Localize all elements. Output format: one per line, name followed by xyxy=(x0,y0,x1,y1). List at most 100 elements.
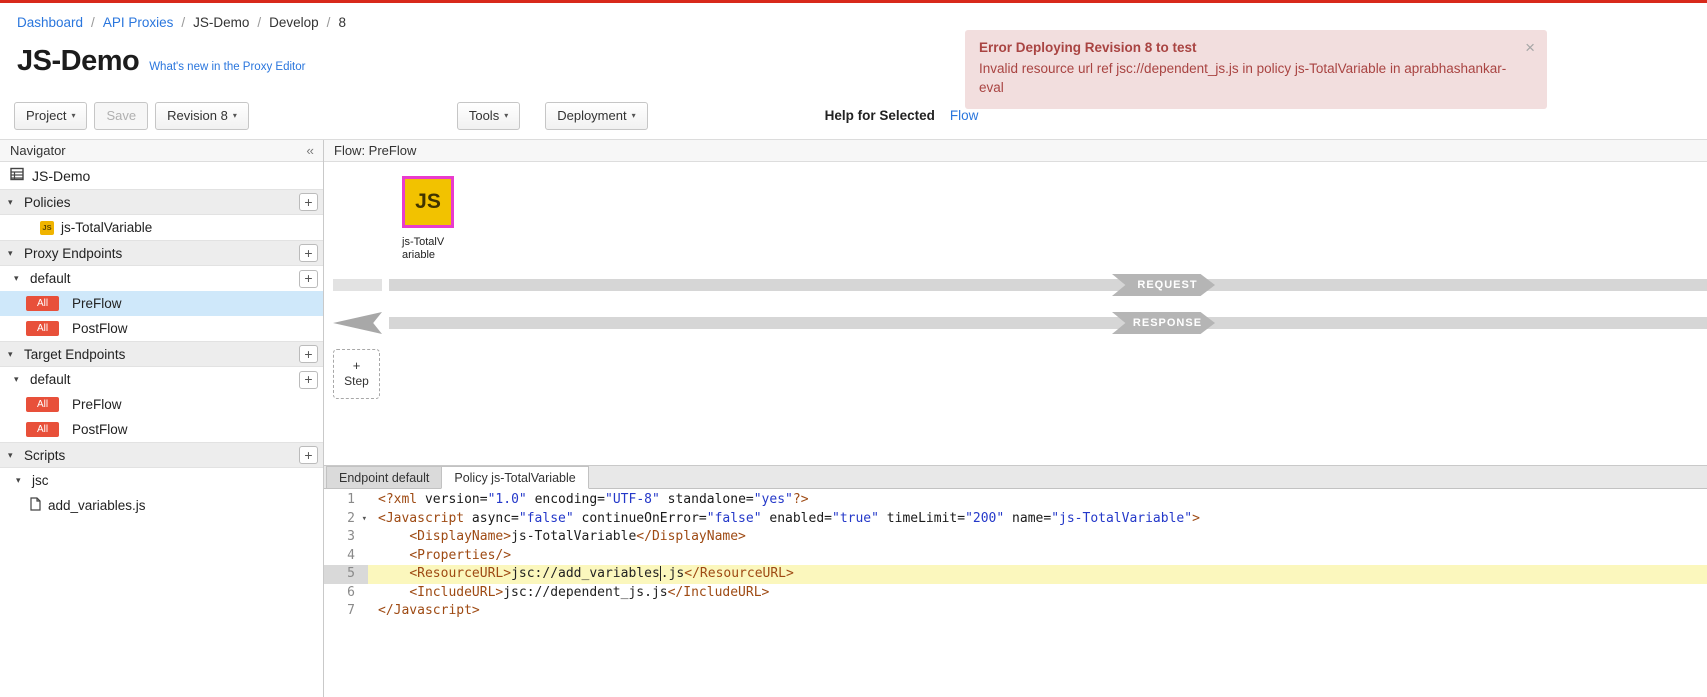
tab-endpoint-default[interactable]: Endpoint default xyxy=(326,466,442,488)
nav-item-js-totalvariable[interactable]: JS js-TotalVariable xyxy=(0,215,323,240)
all-flows-badge: All xyxy=(26,422,59,437)
line-number: 1 xyxy=(324,491,368,510)
nav-item-label: JS-Demo xyxy=(32,168,90,184)
nav-item-target-preflow[interactable]: All PreFlow xyxy=(0,392,323,417)
nav-section-label: Scripts xyxy=(24,448,65,463)
deployment-button[interactable]: Deployment ▾ xyxy=(545,102,647,130)
main-area: Navigator ‹‹ JS-Demo ▾ Policies + JS js-… xyxy=(0,139,1707,697)
tab-policy-js-totalvariable[interactable]: Policy js-TotalVariable xyxy=(441,466,588,489)
code-line[interactable]: 2▾<Javascript async="false" continueOnEr… xyxy=(324,510,1707,529)
nav-item-target-default[interactable]: ▾ default + xyxy=(0,367,323,392)
nav-item-label: default xyxy=(30,372,71,387)
nav-item-label: PreFlow xyxy=(72,296,122,311)
navigator-header: Navigator ‹‹ xyxy=(0,140,323,162)
breadcrumb-dashboard[interactable]: Dashboard xyxy=(17,15,83,30)
chevron-down-icon: ▾ xyxy=(8,450,18,461)
nav-section-label: Target Endpoints xyxy=(24,347,125,362)
add-script-button[interactable]: + xyxy=(299,446,318,464)
code-editor[interactable]: 1<?xml version="1.0" encoding="UTF-8" st… xyxy=(324,489,1707,697)
breadcrumb-separator: / xyxy=(181,15,185,30)
code-line[interactable]: 6 <IncludeURL>jsc://dependent_js.js</Inc… xyxy=(324,584,1707,603)
response-lane: RESPONSE xyxy=(324,317,1707,329)
request-lane: REQUEST xyxy=(324,279,1707,291)
add-proxy-endpoint-button[interactable]: + xyxy=(299,244,318,262)
line-number: 7 xyxy=(324,602,368,621)
nav-item-label: js-TotalVariable xyxy=(61,220,152,235)
tools-button[interactable]: Tools ▾ xyxy=(457,102,520,130)
all-flows-badge: All xyxy=(26,296,59,311)
nav-section-label: Proxy Endpoints xyxy=(24,246,122,261)
nav-item-label: PostFlow xyxy=(72,422,128,437)
revision-button[interactable]: Revision 8 ▾ xyxy=(155,102,249,130)
chevron-down-icon: ▾ xyxy=(8,349,18,360)
chevron-down-icon: ▾ xyxy=(632,111,636,120)
line-number: 2▾ xyxy=(324,510,368,529)
whats-new-link[interactable]: What's new in the Proxy Editor xyxy=(149,61,305,73)
chevron-down-icon: ▾ xyxy=(14,273,24,284)
nav-section-scripts[interactable]: ▾ Scripts + xyxy=(0,442,323,468)
code-line-text: <IncludeURL>jsc://dependent_js.js</Inclu… xyxy=(368,584,1707,603)
breadcrumb-api-proxies[interactable]: API Proxies xyxy=(103,15,174,30)
line-number: 3 xyxy=(324,528,368,547)
policy-node-label-line1: js-TotalV xyxy=(402,236,444,249)
breadcrumb-js-demo: JS-Demo xyxy=(193,15,249,30)
nav-item-proxy-preflow[interactable]: All PreFlow xyxy=(0,291,323,316)
add-flow-button[interactable]: + xyxy=(299,270,318,288)
policy-node-js[interactable]: JS xyxy=(402,176,454,228)
help-for-selected-label: Help for Selected xyxy=(825,108,935,123)
nav-section-policies[interactable]: ▾ Policies + xyxy=(0,189,323,215)
add-policy-button[interactable]: + xyxy=(299,193,318,211)
code-line-text: <ResourceURL>jsc://add_variables.js</Res… xyxy=(368,565,1707,584)
code-line[interactable]: 1<?xml version="1.0" encoding="UTF-8" st… xyxy=(324,491,1707,510)
nav-item-label: default xyxy=(30,271,71,286)
tools-button-label: Tools xyxy=(469,108,499,123)
help-flow-link[interactable]: Flow xyxy=(950,108,979,123)
nav-item-label: add_variables.js xyxy=(48,498,146,513)
nav-item-label: jsc xyxy=(32,473,49,488)
nav-item-proxy-default[interactable]: ▾ default + xyxy=(0,266,323,291)
request-lane-bar xyxy=(389,279,1707,291)
nav-item-proxy-postflow[interactable]: All PostFlow xyxy=(0,316,323,341)
flow-canvas: JS js-TotalV ariable REQUEST RESPONSE + xyxy=(324,162,1707,465)
close-icon[interactable]: × xyxy=(1525,38,1535,58)
add-flow-button[interactable]: + xyxy=(299,371,318,389)
add-target-endpoint-button[interactable]: + xyxy=(299,345,318,363)
navigator-tree: JS-Demo ▾ Policies + JS js-TotalVariable… xyxy=(0,162,323,697)
project-button[interactable]: Project ▾ xyxy=(14,102,87,130)
response-lane-bar xyxy=(389,317,1707,329)
collapse-panel-icon[interactable]: ‹‹ xyxy=(306,143,313,158)
code-line-text: </Javascript> xyxy=(368,602,1707,621)
editor-tab-bar: Endpoint default Policy js-TotalVariable xyxy=(324,466,1707,489)
breadcrumb-separator: / xyxy=(257,15,261,30)
nav-item-add-variables-js[interactable]: add_variables.js xyxy=(0,493,323,518)
apigee-proxy-editor: Dashboard / API Proxies / JS-Demo / Deve… xyxy=(0,0,1707,697)
js-policy-icon: JS xyxy=(40,221,54,235)
code-line[interactable]: 7</Javascript> xyxy=(324,602,1707,621)
nav-item-js-demo[interactable]: JS-Demo xyxy=(0,162,323,189)
error-toast-title: Error Deploying Revision 8 to test xyxy=(979,40,1507,55)
file-icon xyxy=(30,497,41,514)
add-step-button[interactable]: + Step xyxy=(333,349,380,399)
error-toast: Error Deploying Revision 8 to test Inval… xyxy=(965,30,1547,109)
nav-section-proxy-endpoints[interactable]: ▾ Proxy Endpoints + xyxy=(0,240,323,266)
response-label-badge: RESPONSE xyxy=(1112,312,1215,334)
deployment-button-label: Deployment xyxy=(557,108,626,123)
chevron-down-icon: ▾ xyxy=(233,111,237,120)
save-button[interactable]: Save xyxy=(94,102,148,130)
nav-item-jsc-folder[interactable]: ▾ jsc xyxy=(0,468,323,493)
fold-icon[interactable]: ▾ xyxy=(362,510,367,529)
nav-item-target-postflow[interactable]: All PostFlow xyxy=(0,417,323,442)
navigator-title: Navigator xyxy=(10,143,66,158)
nav-item-label: PreFlow xyxy=(72,397,122,412)
code-line[interactable]: 4 <Properties/> xyxy=(324,547,1707,566)
page-title: JS-Demo xyxy=(17,45,139,78)
nav-section-target-endpoints[interactable]: ▾ Target Endpoints + xyxy=(0,341,323,367)
chevron-down-icon: ▾ xyxy=(71,111,75,120)
code-line[interactable]: 5 <ResourceURL>jsc://add_variables.js</R… xyxy=(324,565,1707,584)
line-number: 4 xyxy=(324,547,368,566)
policy-node-label: js-TotalV ariable xyxy=(402,236,444,262)
line-number: 5 xyxy=(324,565,368,584)
code-line[interactable]: 3 <DisplayName>js-TotalVariable</Display… xyxy=(324,528,1707,547)
nav-item-label: PostFlow xyxy=(72,321,128,336)
revision-button-label: Revision 8 xyxy=(167,108,228,123)
